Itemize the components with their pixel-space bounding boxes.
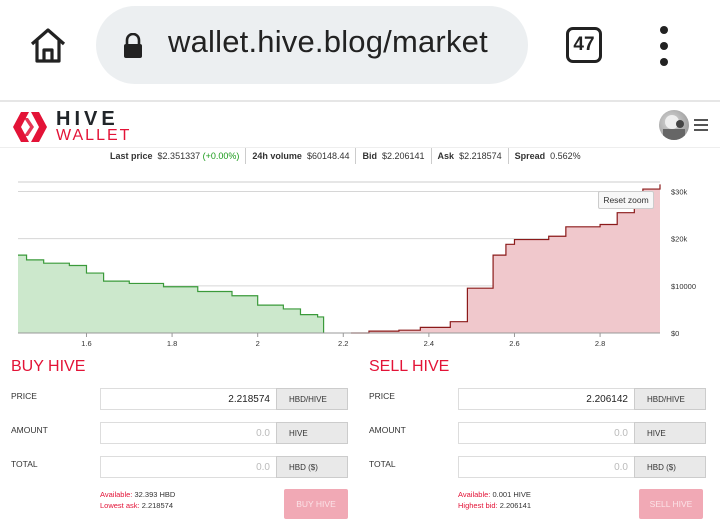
home-icon[interactable] [26, 24, 70, 68]
y-tick-label: $20k [671, 235, 688, 244]
reset-zoom-button[interactable]: Reset zoom [598, 191, 654, 209]
buy-available[interactable]: Available: 32.393 HBD [100, 490, 175, 499]
x-tick-label: 2.6 [509, 339, 519, 348]
buy-amount-input[interactable]: 0.0 [100, 422, 276, 444]
sell-amount-unit: HIVE [634, 422, 706, 444]
sell-form: SELL HIVE PRICE 2.206142 HBD/HIVE AMOUNT… [369, 358, 719, 519]
buy-title: BUY HIVE [11, 358, 86, 375]
ticker-bid: Bid $2.206141 [356, 148, 432, 164]
hive-logo-icon[interactable] [10, 110, 50, 144]
y-tick-label: $30k [671, 187, 688, 196]
ticker-last-price: Last price $2.351337 (+0.00%) [104, 148, 247, 164]
sell-total-input[interactable]: 0.0 [458, 456, 634, 478]
buy-hive-button[interactable]: BUY HIVE [284, 489, 348, 519]
browser-toolbar: wallet.hive.blog/market 47 [0, 0, 720, 96]
y-tick-label: $0 [671, 329, 679, 338]
x-tick-label: 2.8 [595, 339, 605, 348]
buy-lowest-ask[interactable]: Lowest ask: 2.218574 [100, 501, 173, 510]
sell-available[interactable]: Available: 0.001 HIVE [458, 490, 531, 499]
sell-price-row: PRICE 2.206142 HBD/HIVE [369, 388, 719, 412]
avatar-image-icon [663, 115, 685, 140]
ticker-ask: Ask $2.218574 [432, 148, 509, 164]
hamburger-menu-icon[interactable] [694, 118, 710, 132]
sell-price-input[interactable]: 2.206142 [458, 388, 634, 410]
sell-highest-bid[interactable]: Highest bid: 2.206141 [458, 501, 531, 510]
sell-hive-button[interactable]: SELL HIVE [639, 489, 703, 519]
ticker-volume: 24h volume $60148.44 [246, 148, 357, 164]
buy-price-unit: HBD/HIVE [276, 388, 348, 410]
x-tick-label: 2.2 [338, 339, 348, 348]
lock-icon [124, 33, 142, 58]
buy-total-input[interactable]: 0.0 [100, 456, 276, 478]
buy-price-input[interactable]: 2.218574 [100, 388, 276, 410]
x-tick-label: 1.6 [81, 339, 91, 348]
x-tick-label: 2 [256, 339, 260, 348]
y-tick-label: $10000 [671, 282, 696, 291]
x-tick-label: 1.8 [167, 339, 177, 348]
market-ticker: Last price $2.351337 (+0.00%) 24h volume… [104, 148, 587, 164]
sell-amount-row: AMOUNT 0.0 HIVE [369, 422, 719, 446]
sell-total-row: TOTAL 0.0 HBD ($) [369, 456, 719, 480]
buy-total-unit: HBD ($) [276, 456, 348, 478]
brand-subtitle[interactable]: WALLET [56, 127, 131, 145]
url-text: wallet.hive.blog/market [168, 24, 488, 59]
buy-amount-unit: HIVE [276, 422, 348, 444]
tab-switcher-button[interactable]: 47 [566, 27, 602, 63]
user-avatar[interactable] [659, 110, 689, 140]
buy-total-row: TOTAL 0.0 HBD ($) [11, 456, 361, 480]
site-header: HIVE WALLET [0, 102, 720, 148]
x-tick-label: 2.4 [424, 339, 434, 348]
bids-area [18, 255, 324, 333]
sell-total-unit: HBD ($) [634, 456, 706, 478]
buy-price-row: PRICE 2.218574 HBD/HIVE [11, 388, 361, 412]
sell-price-unit: HBD/HIVE [634, 388, 706, 410]
buy-amount-row: AMOUNT 0.0 HIVE [11, 422, 361, 446]
buy-form: BUY HIVE PRICE 2.218574 HBD/HIVE AMOUNT … [11, 358, 361, 519]
kebab-menu-icon[interactable] [654, 24, 674, 68]
sell-amount-input[interactable]: 0.0 [458, 422, 634, 444]
ticker-spread: Spread 0.562% [514, 151, 581, 161]
address-bar[interactable]: wallet.hive.blog/market [96, 6, 528, 84]
sell-title: SELL HIVE [369, 358, 450, 375]
